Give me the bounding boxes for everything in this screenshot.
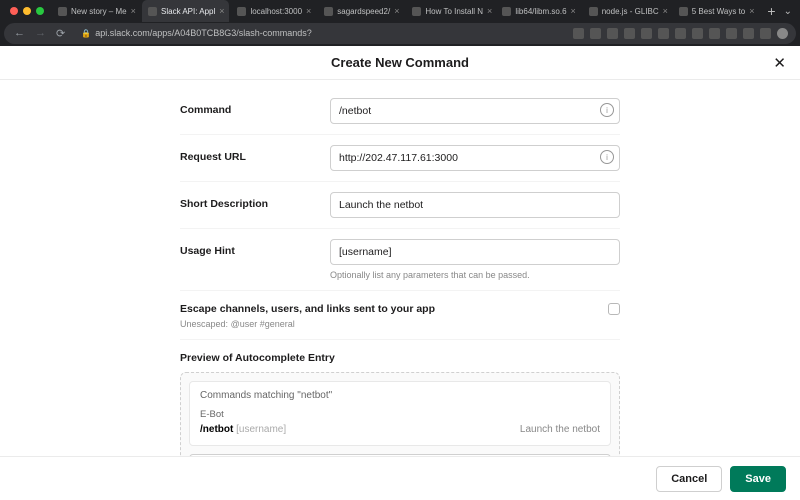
tab-7[interactable]: 5 Best Ways to× (673, 0, 760, 22)
page: Create New Command ✕ Command i Request U… (0, 46, 800, 500)
close-tab-icon[interactable]: × (394, 6, 399, 16)
favicon-icon (58, 7, 67, 16)
tab-strip: New story – Me × Slack API: Appl × localho… (0, 0, 800, 23)
tab-overflow-icon[interactable]: ⌄ (784, 6, 792, 17)
escape-sub-value: @user #general (231, 319, 295, 329)
tab-2[interactable]: localhost:3000 × (231, 0, 316, 22)
close-tab-icon[interactable]: × (131, 6, 136, 16)
field-usage-hint: Usage Hint Optionally list any parameter… (180, 228, 620, 290)
tab-1[interactable]: Slack API: Appl × (142, 0, 229, 22)
info-icon[interactable]: i (600, 150, 614, 164)
field-short-description: Short Description (180, 181, 620, 228)
tab-label: sagardspeed2/ (337, 7, 390, 16)
ext-icon[interactable] (641, 28, 652, 39)
close-tab-icon[interactable]: × (663, 6, 668, 16)
request-url-input[interactable] (330, 145, 620, 171)
modal-header: Create New Command ✕ (0, 46, 800, 80)
favicon-icon (679, 7, 688, 16)
tab-4[interactable]: How To Install N × (406, 0, 494, 22)
close-window-icon[interactable] (10, 7, 18, 15)
close-tab-icon[interactable]: × (749, 6, 754, 16)
usage-hint-label: Usage Hint (180, 239, 330, 257)
field-request-url: Request URL i (180, 134, 620, 181)
tab-label: 5 Best Ways to (692, 7, 746, 16)
tab-0[interactable]: New story – Me × (52, 0, 140, 22)
close-tab-icon[interactable]: × (306, 6, 311, 16)
tab-label: localhost:3000 (250, 7, 302, 16)
tab-label: How To Install N (425, 7, 483, 16)
ext-icon[interactable] (573, 28, 584, 39)
ext-icon[interactable] (726, 28, 737, 39)
favicon-icon (589, 7, 598, 16)
new-tab-button[interactable]: + (761, 3, 781, 19)
short-desc-label: Short Description (180, 192, 330, 210)
preview-bot-name: E-Bot (200, 409, 600, 420)
reload-icon[interactable]: ⟳ (56, 27, 65, 40)
favicon-icon (502, 7, 511, 16)
escape-label: Escape channels, users, and links sent t… (180, 303, 435, 315)
preview-autocomplete: Commands matching "netbot" E-Bot /netbot… (189, 381, 611, 446)
tab-label: New story – Me (71, 7, 127, 16)
usage-hint-help: Optionally list any parameters that can … (330, 270, 620, 280)
window-controls[interactable] (6, 7, 50, 15)
close-tab-icon[interactable]: × (571, 6, 576, 16)
ext-icon[interactable] (658, 28, 669, 39)
tab-label: node.js - GLIBC (602, 7, 659, 16)
page-title: Create New Command (331, 55, 469, 70)
tab-label: Slack API: Appl (161, 7, 215, 16)
info-icon[interactable]: i (600, 103, 614, 117)
escape-sub-prefix: Unescaped: (180, 319, 228, 329)
address-bar-row: ← → ⟳ 🔒 api.slack.com/apps/A04B0TCB8G3/s… (4, 23, 796, 44)
favicon-icon (237, 7, 246, 16)
ext-icon[interactable] (743, 28, 754, 39)
ext-icon[interactable] (709, 28, 720, 39)
ext-icon[interactable] (675, 28, 686, 39)
field-escape: Escape channels, users, and links sent t… (180, 290, 620, 319)
preview-title: Preview of Autocomplete Entry (180, 339, 620, 372)
cancel-button[interactable]: Cancel (656, 466, 722, 492)
save-button[interactable]: Save (730, 466, 786, 492)
ext-icon[interactable] (777, 28, 788, 39)
maximize-window-icon[interactable] (36, 7, 44, 15)
modal-body: Command i Request URL i Short Descriptio… (0, 80, 800, 456)
minimize-window-icon[interactable] (23, 7, 31, 15)
command-label: Command (180, 98, 330, 116)
url-text: api.slack.com/apps/A04B0TCB8G3/slash-com… (95, 28, 312, 38)
preview-box: Commands matching "netbot" E-Bot /netbot… (180, 372, 620, 456)
modal-footer: Cancel Save (0, 456, 800, 500)
tab-3[interactable]: sagardspeed2/ × (318, 0, 404, 22)
forward-icon[interactable]: → (35, 27, 46, 40)
ext-icon[interactable] (607, 28, 618, 39)
field-command: Command i (180, 88, 620, 134)
favicon-icon (148, 7, 157, 16)
preview-matching: Commands matching "netbot" (200, 390, 600, 401)
tab-6[interactable]: node.js - GLIBC × (583, 0, 671, 22)
browser-chrome: New story – Me × Slack API: Appl × localho… (0, 0, 800, 46)
escape-checkbox[interactable] (608, 303, 620, 315)
back-icon[interactable]: ← (14, 27, 25, 40)
favicon-icon (412, 7, 421, 16)
lock-icon: 🔒 (81, 29, 91, 38)
request-url-label: Request URL (180, 145, 330, 163)
short-desc-input[interactable] (330, 192, 620, 218)
address-bar[interactable]: 🔒 api.slack.com/apps/A04B0TCB8G3/slash-c… (75, 28, 565, 38)
ext-icon[interactable] (760, 28, 771, 39)
ext-icon[interactable] (590, 28, 601, 39)
preview-desc: Launch the netbot (520, 424, 600, 435)
tab-label: lib64/libm.so.6 (515, 7, 566, 16)
usage-hint-input[interactable] (330, 239, 620, 265)
command-input[interactable] (330, 98, 620, 124)
close-tab-icon[interactable]: × (219, 6, 224, 16)
favicon-icon (324, 7, 333, 16)
extensions (565, 28, 796, 39)
close-icon[interactable]: ✕ (773, 54, 786, 72)
ext-icon[interactable] (692, 28, 703, 39)
close-tab-icon[interactable]: × (487, 6, 492, 16)
escape-sub: Unescaped: @user #general (180, 319, 620, 329)
tab-5[interactable]: lib64/libm.so.6 × (496, 0, 580, 22)
ext-icon[interactable] (624, 28, 635, 39)
preview-command: /netbot [username] (200, 424, 286, 435)
